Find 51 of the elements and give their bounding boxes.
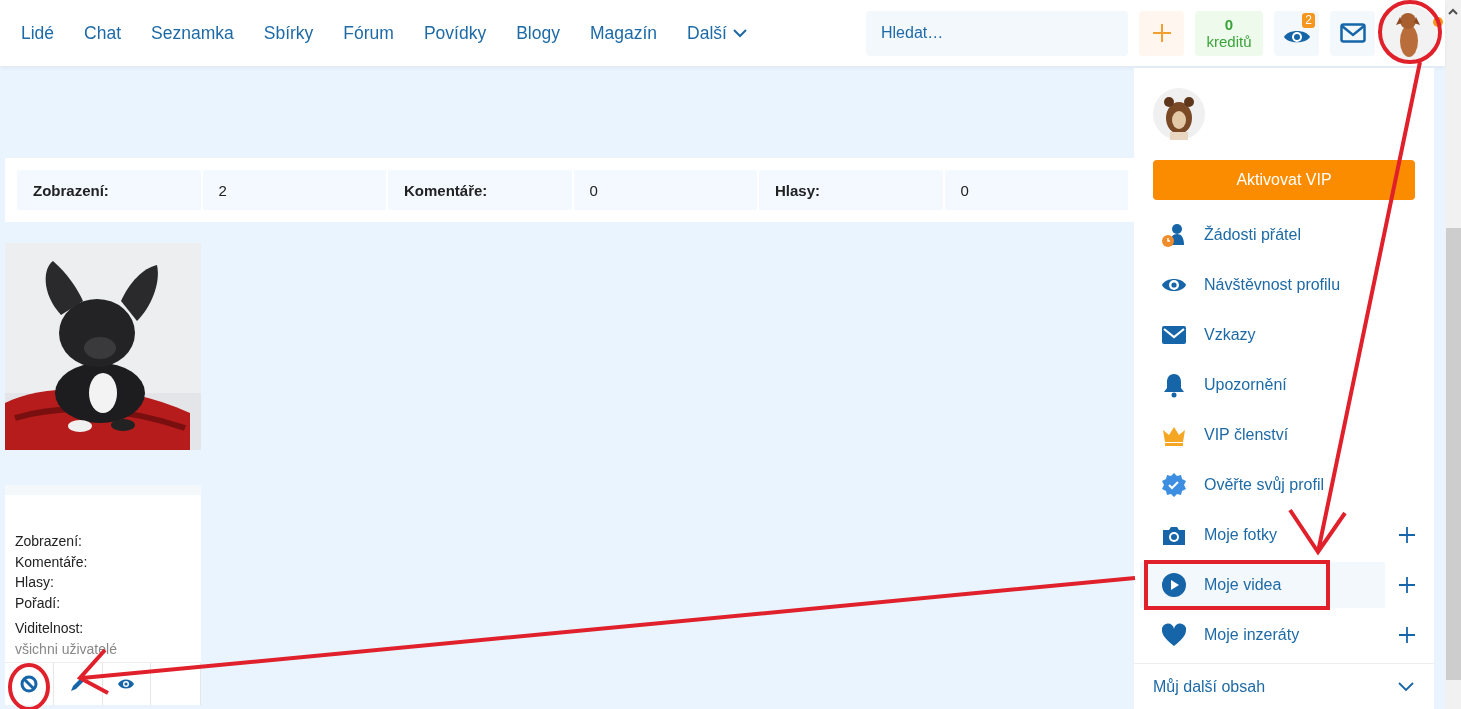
annotation-circle <box>1378 0 1442 64</box>
profile-avatar <box>1153 88 1205 140</box>
stat-value: 0 <box>944 170 1128 210</box>
stat-value: 0 <box>573 170 757 210</box>
messages-button[interactable] <box>1330 10 1375 56</box>
scroll-up-icon[interactable] <box>1448 8 1458 16</box>
nav-link[interactable]: Fórum <box>343 22 394 44</box>
search-field[interactable]: Hledat… <box>866 10 1128 56</box>
play-icon <box>1161 572 1187 598</box>
envelope-icon <box>1339 23 1366 43</box>
stat-label: Zobrazení: <box>15 532 83 551</box>
nav-link[interactable]: Blogy <box>516 22 560 44</box>
block-icon <box>19 675 38 693</box>
chevron-down-icon <box>732 28 747 38</box>
stat-label: Hlasy: <box>759 170 943 210</box>
visibility-label: Viditelnost: <box>15 619 85 638</box>
nav-link[interactable]: Lidé <box>21 22 55 44</box>
nav-link[interactable]: Sbírky <box>263 22 314 44</box>
heart-icon <box>1161 622 1187 648</box>
menu-item[interactable]: Moje inzeráty <box>1140 612 1385 658</box>
visibility-value: všichni uživatelé <box>15 639 118 659</box>
menu-item[interactable]: Upozornění <box>1140 362 1385 408</box>
menu-item[interactable]: Ověřte svůj profil <box>1140 462 1385 508</box>
menu-item[interactable]: Moje fotky <box>1140 512 1385 558</box>
user-avatar[interactable] <box>1381 5 1437 61</box>
stat-label: Hlasy: <box>15 573 55 592</box>
verified-badge-icon <box>1161 472 1187 498</box>
chevron-icon <box>1398 682 1414 692</box>
menu-item[interactable]: Návštěvnost profilu <box>1140 262 1385 308</box>
friend-request-icon <box>1161 222 1187 248</box>
menu-item[interactable]: Vzkazy <box>1140 312 1385 358</box>
stat-value: 2 <box>202 170 386 210</box>
more-menu-link[interactable]: Další <box>687 22 747 44</box>
stat-label: Komentáře: <box>388 170 572 210</box>
stat-label: Zobrazení: <box>17 170 201 210</box>
plus-icon <box>1151 23 1172 43</box>
visits-badge: 2 <box>1302 12 1315 28</box>
credits-button[interactable]: 0 kreditů <box>1195 10 1263 56</box>
more-content-toggle[interactable]: Můj další obsah <box>1134 663 1434 709</box>
menu-item[interactable]: Žádosti přátel <box>1140 212 1385 258</box>
nav-link[interactable]: Seznamka <box>151 22 234 44</box>
stat-label: Pořadí: <box>15 593 62 613</box>
bell-icon <box>1161 372 1187 398</box>
stat-label: Komentáře: <box>15 552 89 572</box>
menu-item[interactable]: VIP členství <box>1140 412 1385 458</box>
nav-link[interactable]: Magazín <box>589 22 658 44</box>
scrollbar[interactable] <box>1445 0 1461 709</box>
menu-item[interactable]: Moje videa <box>1140 562 1385 608</box>
eye-icon <box>117 677 136 691</box>
nav-link[interactable]: Povídky <box>423 22 487 44</box>
nav-link[interactable]: Chat <box>84 22 122 44</box>
